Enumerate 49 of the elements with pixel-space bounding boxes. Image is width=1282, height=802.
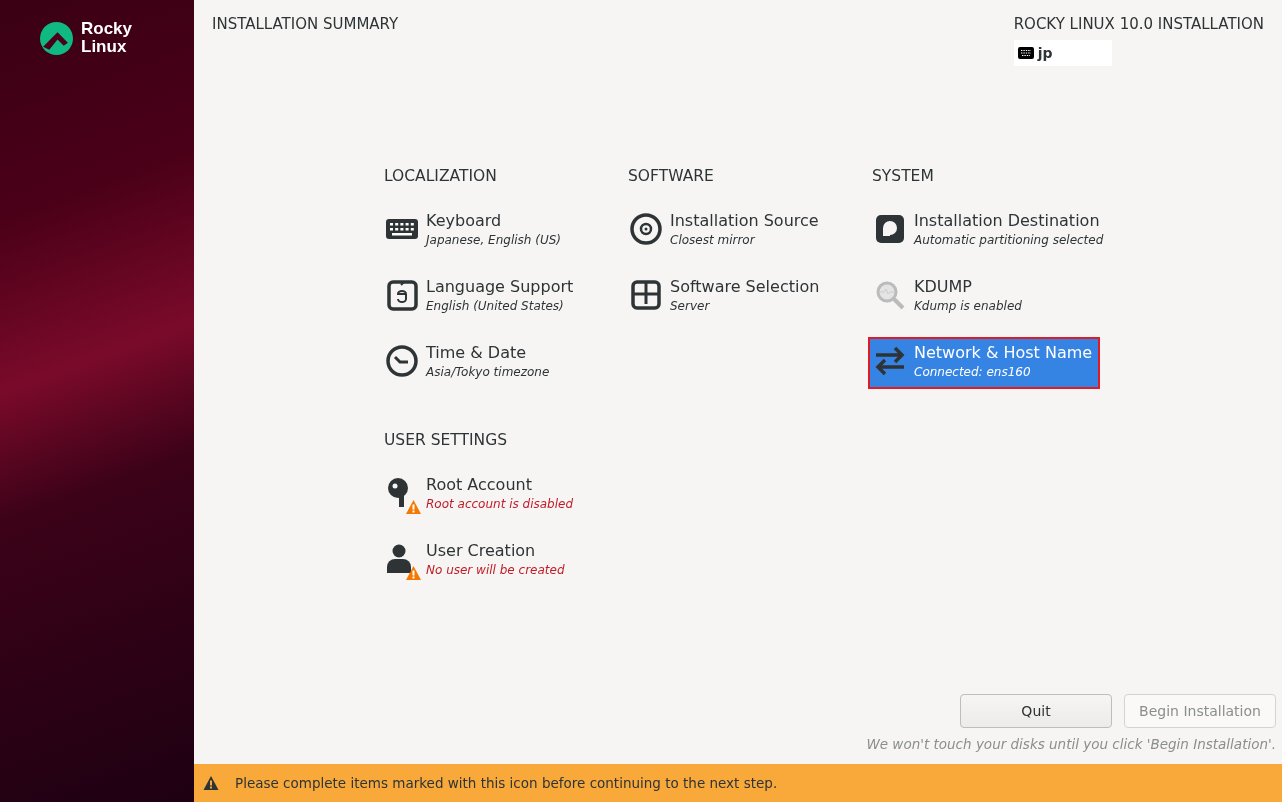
hub-status: Server — [670, 299, 710, 313]
hub-title: Keyboard — [426, 211, 502, 230]
hub-title: User Creation — [426, 541, 536, 560]
disc-icon — [628, 211, 664, 247]
hub-title: Root Account — [426, 475, 532, 494]
keyboard-layout-indicator[interactable]: jp — [1013, 40, 1112, 66]
section-heading: USER SETTINGS — [384, 431, 508, 451]
hub-title: KDUMP — [914, 277, 972, 296]
warning-icon — [405, 499, 422, 515]
grid-icon — [628, 277, 664, 313]
hub-status: Connected: ens160 — [914, 365, 1031, 379]
quit-button[interactable]: Quit — [960, 694, 1112, 728]
hub-status: Japanese, English (US) — [426, 233, 562, 247]
hub-title: Language Support — [426, 277, 574, 296]
hub-item[interactable]: Software Selection Server — [624, 271, 856, 323]
hub-status: Kdump is enabled — [914, 299, 1022, 313]
page-title: INSTALLATION SUMMARY — [212, 15, 399, 35]
brand-name: Rocky — [81, 20, 133, 38]
warning-icon — [203, 775, 219, 791]
hub-item[interactable]: Network & Host Name Connected: ens160 — [868, 337, 1100, 389]
hub-item[interactable]: KDUMP Kdump is enabled — [868, 271, 1100, 323]
hub-title: Installation Source — [670, 211, 819, 230]
hub-item[interactable]: Time & Date Asia/Tokyo timezone — [380, 337, 612, 389]
product-title: ROCKY LINUX 10.0 INSTALLATION — [1013, 15, 1264, 33]
logo-icon — [40, 21, 73, 55]
language-icon — [384, 277, 420, 313]
warning-message: Please complete items marked with this icon before continuing to the next step. — [235, 775, 778, 791]
hub-status: Closest mirror — [670, 233, 755, 247]
warning-icon — [405, 565, 422, 581]
hub-title: Time & Date — [426, 343, 527, 362]
hub-status: No user will be created — [426, 563, 565, 577]
hub-item[interactable]: User Creation No user will be created — [380, 535, 612, 587]
clock-icon — [384, 343, 420, 379]
hub-item[interactable]: Installation Source Closest mirror — [624, 205, 856, 257]
footer-note: We won't touch your disks until you click 'Begin Installation'. — [865, 735, 1277, 754]
hub-status: English (United States) — [426, 299, 564, 313]
hub-status: Root account is disabled — [426, 497, 574, 511]
hub-status: Automatic partitioning selected — [914, 233, 1104, 247]
hub-item[interactable]: Root Account Root account is disabled — [380, 469, 612, 521]
section-heading: LOCALIZATION — [384, 167, 498, 187]
hub-title: Software Selection — [670, 277, 820, 296]
brand-name: Linux — [81, 38, 128, 56]
hub-item[interactable]: Keyboard Japanese, English (US) — [380, 205, 612, 257]
hub-status: Asia/Tokyo timezone — [426, 365, 550, 379]
section-heading: SOFTWARE — [628, 167, 715, 187]
section-heading: SYSTEM — [872, 167, 935, 187]
hub-title: Installation Destination — [914, 211, 1100, 230]
hub-item[interactable]: Language Support English (United States) — [380, 271, 612, 323]
hub-title: Network & Host Name — [914, 343, 1093, 362]
